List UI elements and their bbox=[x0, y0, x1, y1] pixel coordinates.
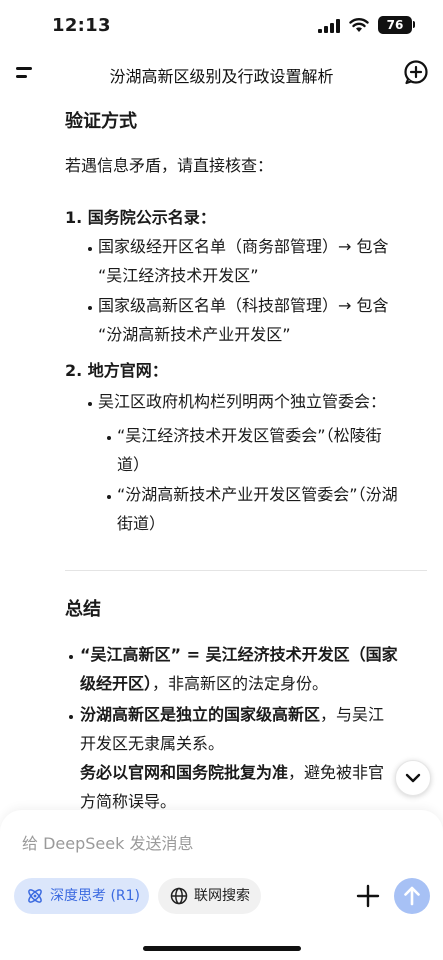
composer: 深度思考 (R1) 联网搜索 bbox=[0, 810, 443, 960]
section-divider bbox=[65, 570, 427, 571]
intro-text: 若遇信息矛盾，请直接核查： bbox=[65, 156, 274, 175]
list-item: 国家级经开区名单（商务部管理）→ 包含 “吴江经济技术开发区” bbox=[98, 232, 389, 290]
status-bar: 12:13 76 bbox=[0, 0, 443, 54]
web-search-label: 联网搜索 bbox=[194, 888, 250, 904]
globe-icon bbox=[170, 887, 188, 905]
message-input[interactable] bbox=[20, 828, 404, 858]
list-colon: ： bbox=[199, 208, 216, 227]
summary-text: 方简称误导。 bbox=[80, 792, 177, 811]
list-item-1: 1. 国务院公示名录： bbox=[65, 204, 216, 228]
list-title: 国务院公示名录 bbox=[87, 208, 200, 227]
list-item-line: 吴江区政府机构栏列明两个独立管委会： bbox=[98, 392, 387, 411]
status-time: 12:13 bbox=[52, 15, 111, 36]
summary-text: ，避免被非官 bbox=[288, 763, 385, 782]
new-chat-button[interactable] bbox=[402, 58, 430, 86]
summary-text: 开发区无隶属关系。 bbox=[80, 734, 225, 753]
list-item-2: 2. 地方官网： bbox=[65, 357, 168, 381]
bullet-dot bbox=[88, 247, 92, 251]
summary-bold-text: “吴江高新区” = 吴江经济技术开发区（国家 bbox=[80, 645, 398, 664]
list-number: 2. bbox=[65, 361, 83, 380]
menu-button[interactable] bbox=[14, 62, 38, 84]
list-title: 地方官网 bbox=[87, 361, 152, 380]
list-item-line: “汾湖高新技术产业开发区” bbox=[98, 325, 291, 344]
summary-item-1: “吴江高新区” = 吴江经济技术开发区（国家 级经开区），非高新区的法定身份。 bbox=[80, 640, 398, 698]
web-search-toggle[interactable]: 联网搜索 bbox=[158, 878, 261, 914]
list-item-line: “汾湖高新技术产业开发区管委会”（汾湖 bbox=[117, 485, 398, 504]
summary-text: ，与吴江 bbox=[320, 705, 385, 724]
section-heading-summary: 总结 bbox=[65, 599, 101, 620]
deep-think-label: 深度思考 (R1) bbox=[50, 888, 141, 904]
send-button[interactable] bbox=[394, 878, 430, 914]
cellular-signal-icon bbox=[318, 19, 340, 33]
bullet-dot bbox=[69, 655, 73, 659]
list-item: “吴江经济技术开发区管委会”（松陵街 道） bbox=[117, 421, 382, 479]
list-item: 国家级高新区名单（科技部管理）→ 包含 “汾湖高新技术产业开发区” bbox=[98, 291, 389, 349]
menu-icon bbox=[16, 67, 32, 70]
list-item-line: 国家级高新区名单（科技部管理）→ 包含 bbox=[98, 296, 389, 315]
bullet-dot bbox=[107, 495, 111, 499]
list-item-line: 国家级经开区名单（商务部管理）→ 包含 bbox=[98, 237, 389, 256]
battery-tip bbox=[413, 21, 415, 28]
chat-header: 汾湖高新区级别及行政设置解析 bbox=[0, 54, 443, 94]
plus-icon bbox=[356, 884, 380, 908]
list-item-line: “吴江经济技术开发区管委会”（松陵街 bbox=[117, 426, 382, 445]
list-item: 吴江区政府机构栏列明两个独立管委会： bbox=[98, 387, 386, 416]
summary-bold-text: 务必以官网和国务院批复为准 bbox=[80, 763, 289, 782]
deep-think-toggle[interactable]: 深度思考 (R1) bbox=[14, 878, 149, 914]
wifi-icon bbox=[349, 18, 369, 32]
home-indicator bbox=[143, 946, 301, 951]
scroll-to-bottom-button[interactable] bbox=[395, 760, 431, 796]
atom-icon bbox=[28, 889, 42, 903]
list-item-line: 街道） bbox=[117, 514, 166, 533]
list-colon: ： bbox=[151, 361, 168, 380]
chat-title: 汾湖高新区级别及行政设置解析 bbox=[109, 67, 334, 86]
bullet-dot bbox=[69, 715, 73, 719]
bullet-dot bbox=[88, 402, 92, 406]
summary-item-2: 汾湖高新区是独立的国家级高新区，与吴江 开发区无隶属关系。 务必以官网和国务院批… bbox=[80, 700, 384, 816]
bullet-dot bbox=[107, 436, 111, 440]
section-heading-verify: 验证方式 bbox=[65, 111, 137, 132]
attach-button[interactable] bbox=[356, 884, 380, 908]
new-chat-icon bbox=[404, 60, 428, 85]
summary-bold-text: 级经开区） bbox=[80, 674, 153, 693]
menu-icon-line bbox=[16, 75, 27, 78]
list-item: “汾湖高新技术产业开发区管委会”（汾湖 街道） bbox=[117, 480, 398, 538]
list-item-line: 道） bbox=[117, 455, 150, 474]
summary-bold-text: 汾湖高新区是独立的国家级高新区 bbox=[80, 705, 321, 724]
list-item-line: “吴江经济技术开发区” bbox=[98, 266, 259, 285]
chevron-down-icon bbox=[405, 773, 421, 783]
list-number: 1. bbox=[65, 208, 83, 227]
summary-text: ，非高新区的法定身份。 bbox=[152, 674, 329, 693]
arrow-up-icon bbox=[404, 886, 420, 906]
battery-icon: 76 bbox=[378, 16, 412, 34]
bullet-dot bbox=[88, 306, 92, 310]
